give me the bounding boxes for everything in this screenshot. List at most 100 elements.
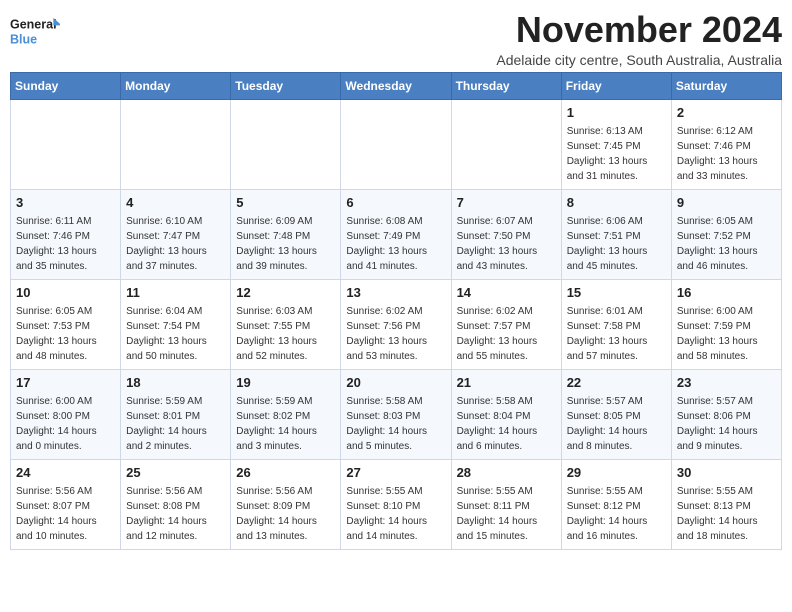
page-header: General Blue November 2024 Adelaide city… bbox=[10, 10, 782, 68]
calendar-cell: 4Sunrise: 6:10 AM Sunset: 7:47 PM Daylig… bbox=[121, 189, 231, 279]
calendar-cell: 20Sunrise: 5:58 AM Sunset: 8:03 PM Dayli… bbox=[341, 369, 451, 459]
day-info: Sunrise: 5:57 AM Sunset: 8:05 PM Dayligh… bbox=[567, 394, 666, 454]
day-info: Sunrise: 5:55 AM Sunset: 8:12 PM Dayligh… bbox=[567, 484, 666, 544]
calendar-week-row: 3Sunrise: 6:11 AM Sunset: 7:46 PM Daylig… bbox=[11, 189, 782, 279]
calendar-cell: 23Sunrise: 5:57 AM Sunset: 8:06 PM Dayli… bbox=[671, 369, 781, 459]
day-info: Sunrise: 6:09 AM Sunset: 7:48 PM Dayligh… bbox=[236, 214, 335, 274]
day-info: Sunrise: 5:56 AM Sunset: 8:09 PM Dayligh… bbox=[236, 484, 335, 544]
day-info: Sunrise: 6:10 AM Sunset: 7:47 PM Dayligh… bbox=[126, 214, 225, 274]
day-info: Sunrise: 6:00 AM Sunset: 8:00 PM Dayligh… bbox=[16, 394, 115, 454]
day-info: Sunrise: 5:59 AM Sunset: 8:01 PM Dayligh… bbox=[126, 394, 225, 454]
day-number: 10 bbox=[16, 284, 115, 303]
weekday-header: Wednesday bbox=[341, 72, 451, 99]
calendar-cell: 30Sunrise: 5:55 AM Sunset: 8:13 PM Dayli… bbox=[671, 459, 781, 549]
day-number: 7 bbox=[457, 194, 556, 213]
calendar-cell bbox=[341, 99, 451, 189]
day-number: 27 bbox=[346, 464, 445, 483]
day-info: Sunrise: 5:58 AM Sunset: 8:04 PM Dayligh… bbox=[457, 394, 556, 454]
day-info: Sunrise: 5:55 AM Sunset: 8:13 PM Dayligh… bbox=[677, 484, 776, 544]
day-number: 24 bbox=[16, 464, 115, 483]
calendar-cell: 7Sunrise: 6:07 AM Sunset: 7:50 PM Daylig… bbox=[451, 189, 561, 279]
calendar-cell bbox=[121, 99, 231, 189]
day-number: 13 bbox=[346, 284, 445, 303]
calendar-cell: 6Sunrise: 6:08 AM Sunset: 7:49 PM Daylig… bbox=[341, 189, 451, 279]
day-number: 8 bbox=[567, 194, 666, 213]
day-info: Sunrise: 6:05 AM Sunset: 7:53 PM Dayligh… bbox=[16, 304, 115, 364]
calendar-cell: 28Sunrise: 5:55 AM Sunset: 8:11 PM Dayli… bbox=[451, 459, 561, 549]
day-info: Sunrise: 6:07 AM Sunset: 7:50 PM Dayligh… bbox=[457, 214, 556, 274]
day-number: 25 bbox=[126, 464, 225, 483]
calendar-week-row: 1Sunrise: 6:13 AM Sunset: 7:45 PM Daylig… bbox=[11, 99, 782, 189]
day-number: 1 bbox=[567, 104, 666, 123]
month-title: November 2024 bbox=[60, 10, 782, 50]
weekday-header: Tuesday bbox=[231, 72, 341, 99]
calendar-cell: 3Sunrise: 6:11 AM Sunset: 7:46 PM Daylig… bbox=[11, 189, 121, 279]
day-number: 23 bbox=[677, 374, 776, 393]
day-number: 15 bbox=[567, 284, 666, 303]
day-number: 18 bbox=[126, 374, 225, 393]
calendar-cell bbox=[11, 99, 121, 189]
day-number: 12 bbox=[236, 284, 335, 303]
day-number: 14 bbox=[457, 284, 556, 303]
day-number: 28 bbox=[457, 464, 556, 483]
day-number: 6 bbox=[346, 194, 445, 213]
calendar-cell: 10Sunrise: 6:05 AM Sunset: 7:53 PM Dayli… bbox=[11, 279, 121, 369]
calendar-cell: 17Sunrise: 6:00 AM Sunset: 8:00 PM Dayli… bbox=[11, 369, 121, 459]
day-info: Sunrise: 5:56 AM Sunset: 8:07 PM Dayligh… bbox=[16, 484, 115, 544]
day-number: 22 bbox=[567, 374, 666, 393]
calendar-cell: 11Sunrise: 6:04 AM Sunset: 7:54 PM Dayli… bbox=[121, 279, 231, 369]
calendar-cell: 14Sunrise: 6:02 AM Sunset: 7:57 PM Dayli… bbox=[451, 279, 561, 369]
day-info: Sunrise: 6:04 AM Sunset: 7:54 PM Dayligh… bbox=[126, 304, 225, 364]
calendar-cell bbox=[231, 99, 341, 189]
calendar-cell: 12Sunrise: 6:03 AM Sunset: 7:55 PM Dayli… bbox=[231, 279, 341, 369]
calendar-cell: 22Sunrise: 5:57 AM Sunset: 8:05 PM Dayli… bbox=[561, 369, 671, 459]
calendar-week-row: 10Sunrise: 6:05 AM Sunset: 7:53 PM Dayli… bbox=[11, 279, 782, 369]
day-info: Sunrise: 6:13 AM Sunset: 7:45 PM Dayligh… bbox=[567, 124, 666, 184]
day-number: 19 bbox=[236, 374, 335, 393]
calendar-cell: 26Sunrise: 5:56 AM Sunset: 8:09 PM Dayli… bbox=[231, 459, 341, 549]
day-info: Sunrise: 5:56 AM Sunset: 8:08 PM Dayligh… bbox=[126, 484, 225, 544]
calendar-cell: 18Sunrise: 5:59 AM Sunset: 8:01 PM Dayli… bbox=[121, 369, 231, 459]
day-number: 9 bbox=[677, 194, 776, 213]
weekday-header: Sunday bbox=[11, 72, 121, 99]
weekday-header: Thursday bbox=[451, 72, 561, 99]
calendar-cell: 9Sunrise: 6:05 AM Sunset: 7:52 PM Daylig… bbox=[671, 189, 781, 279]
calendar-week-row: 17Sunrise: 6:00 AM Sunset: 8:00 PM Dayli… bbox=[11, 369, 782, 459]
day-info: Sunrise: 6:02 AM Sunset: 7:57 PM Dayligh… bbox=[457, 304, 556, 364]
title-block: November 2024 Adelaide city centre, Sout… bbox=[60, 10, 782, 68]
day-info: Sunrise: 5:55 AM Sunset: 8:11 PM Dayligh… bbox=[457, 484, 556, 544]
calendar-cell: 13Sunrise: 6:02 AM Sunset: 7:56 PM Dayli… bbox=[341, 279, 451, 369]
day-info: Sunrise: 5:55 AM Sunset: 8:10 PM Dayligh… bbox=[346, 484, 445, 544]
calendar-cell: 15Sunrise: 6:01 AM Sunset: 7:58 PM Dayli… bbox=[561, 279, 671, 369]
calendar-cell: 25Sunrise: 5:56 AM Sunset: 8:08 PM Dayli… bbox=[121, 459, 231, 549]
day-info: Sunrise: 5:57 AM Sunset: 8:06 PM Dayligh… bbox=[677, 394, 776, 454]
day-info: Sunrise: 6:12 AM Sunset: 7:46 PM Dayligh… bbox=[677, 124, 776, 184]
calendar-cell: 5Sunrise: 6:09 AM Sunset: 7:48 PM Daylig… bbox=[231, 189, 341, 279]
logo-icon: General Blue bbox=[10, 10, 60, 54]
day-number: 17 bbox=[16, 374, 115, 393]
day-number: 21 bbox=[457, 374, 556, 393]
day-number: 16 bbox=[677, 284, 776, 303]
day-info: Sunrise: 6:06 AM Sunset: 7:51 PM Dayligh… bbox=[567, 214, 666, 274]
svg-text:Blue: Blue bbox=[10, 33, 37, 47]
calendar-week-row: 24Sunrise: 5:56 AM Sunset: 8:07 PM Dayli… bbox=[11, 459, 782, 549]
day-info: Sunrise: 6:11 AM Sunset: 7:46 PM Dayligh… bbox=[16, 214, 115, 274]
day-info: Sunrise: 5:59 AM Sunset: 8:02 PM Dayligh… bbox=[236, 394, 335, 454]
weekday-header-row: SundayMondayTuesdayWednesdayThursdayFrid… bbox=[11, 72, 782, 99]
calendar-cell: 27Sunrise: 5:55 AM Sunset: 8:10 PM Dayli… bbox=[341, 459, 451, 549]
day-number: 5 bbox=[236, 194, 335, 213]
location: Adelaide city centre, South Australia, A… bbox=[60, 52, 782, 68]
day-info: Sunrise: 6:02 AM Sunset: 7:56 PM Dayligh… bbox=[346, 304, 445, 364]
svg-text:General: General bbox=[10, 18, 57, 32]
logo: General Blue bbox=[10, 10, 60, 54]
calendar-cell: 8Sunrise: 6:06 AM Sunset: 7:51 PM Daylig… bbox=[561, 189, 671, 279]
calendar-cell: 29Sunrise: 5:55 AM Sunset: 8:12 PM Dayli… bbox=[561, 459, 671, 549]
day-info: Sunrise: 6:05 AM Sunset: 7:52 PM Dayligh… bbox=[677, 214, 776, 274]
day-number: 26 bbox=[236, 464, 335, 483]
calendar-cell: 16Sunrise: 6:00 AM Sunset: 7:59 PM Dayli… bbox=[671, 279, 781, 369]
day-info: Sunrise: 6:08 AM Sunset: 7:49 PM Dayligh… bbox=[346, 214, 445, 274]
calendar-cell: 2Sunrise: 6:12 AM Sunset: 7:46 PM Daylig… bbox=[671, 99, 781, 189]
day-info: Sunrise: 6:01 AM Sunset: 7:58 PM Dayligh… bbox=[567, 304, 666, 364]
weekday-header: Saturday bbox=[671, 72, 781, 99]
calendar-cell: 1Sunrise: 6:13 AM Sunset: 7:45 PM Daylig… bbox=[561, 99, 671, 189]
